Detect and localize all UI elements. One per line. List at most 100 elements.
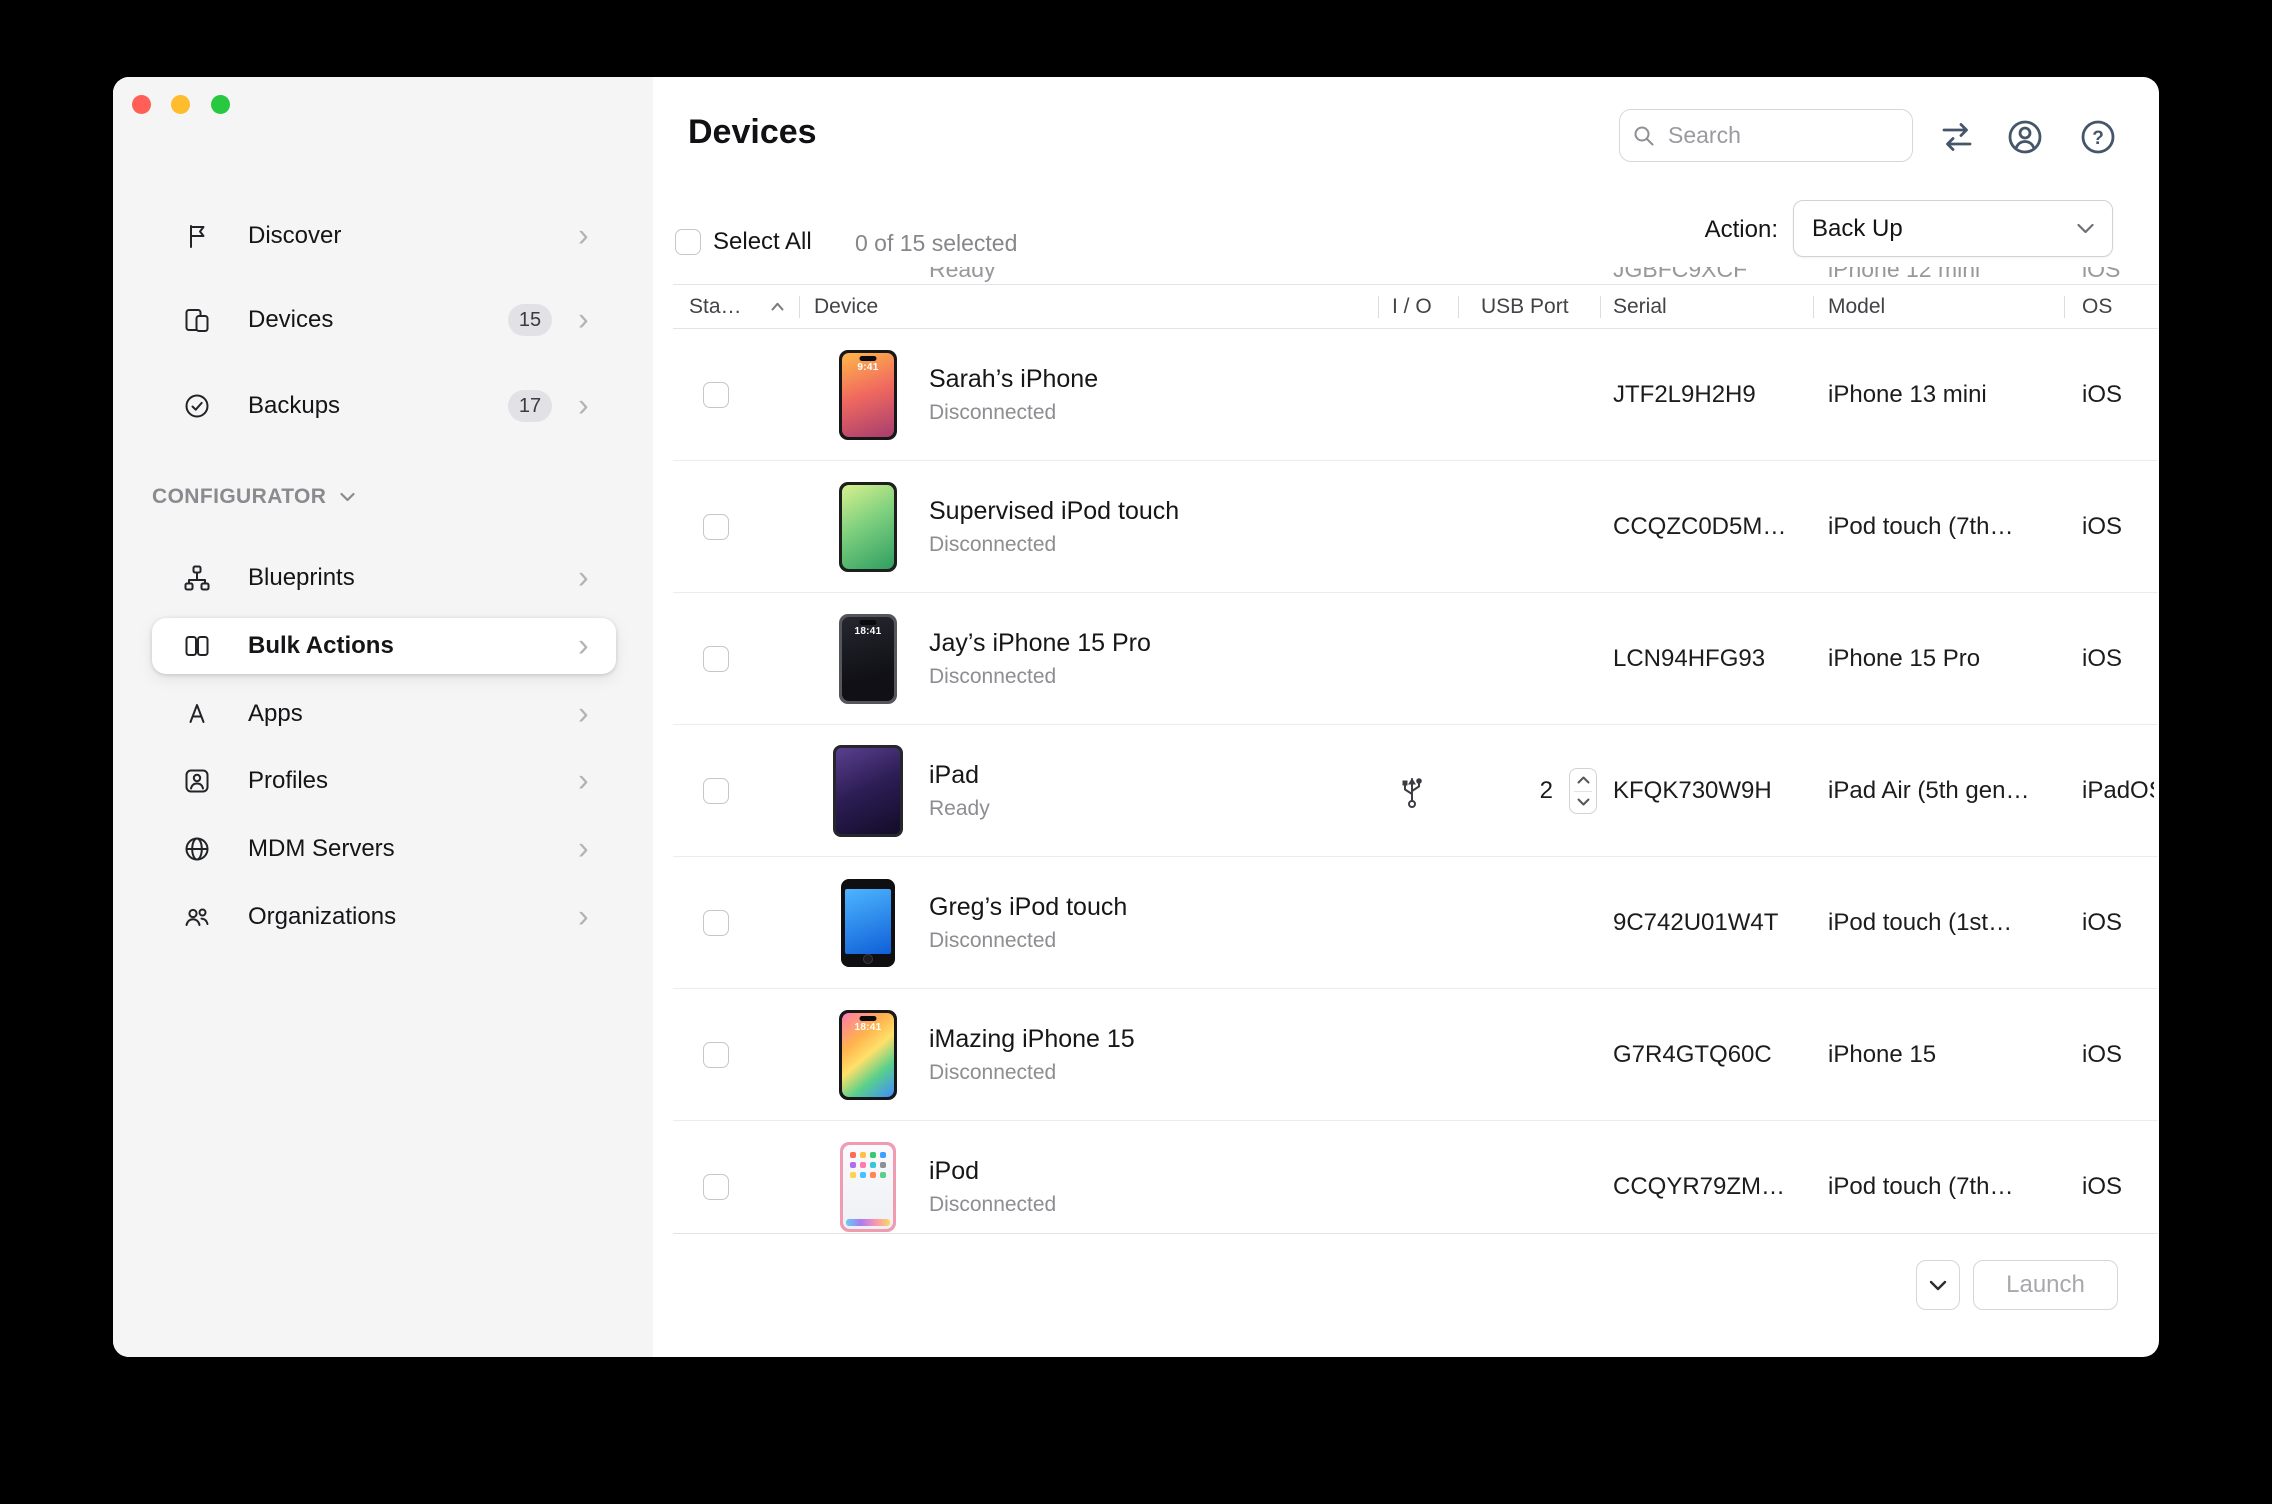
sidebar: Discover › Devices 15 › Backups 17 › CON… [113, 77, 653, 1357]
sidebar-item-label: Discover [248, 222, 341, 250]
device-serial: CCQYR79ZM… [1613, 1121, 1821, 1235]
sidebar-item-blueprints[interactable]: Blueprints › [152, 550, 616, 606]
device-serial: KFQK730W9H [1613, 725, 1821, 856]
search-input[interactable] [1666, 121, 1900, 150]
table-row[interactable]: iPad Ready 2 KFQK730W9H iPad Air (5th ge… [673, 725, 2158, 857]
device-model: iPhone 13 mini [1828, 329, 2076, 460]
header-divider [1813, 296, 1814, 318]
chevron-right-icon: › [578, 561, 589, 593]
table-row[interactable]: 18:41 Jay’s iPhone 15 Pro Disconnected L… [673, 593, 2158, 725]
help-button[interactable]: ? [2076, 115, 2120, 159]
app-window: Discover › Devices 15 › Backups 17 › CON… [113, 77, 2159, 1357]
search-icon [1632, 124, 1656, 148]
column-header-os[interactable]: OS [2082, 285, 2112, 328]
header-divider [1600, 296, 1601, 318]
row-checkbox[interactable] [703, 382, 729, 408]
row-checkbox[interactable] [703, 1174, 729, 1200]
sidebar-item-organizations[interactable]: Organizations › [152, 889, 616, 945]
bulk-actions-icon [182, 631, 212, 661]
sidebar-item-devices[interactable]: Devices 15 › [152, 292, 616, 348]
sidebar-item-profiles[interactable]: Profiles › [152, 753, 616, 809]
table-header: Sta… Device I / O USB Port Serial Model … [673, 284, 2158, 329]
device-thumbnail [828, 1142, 908, 1232]
sidebar-item-mdm-servers[interactable]: MDM Servers › [152, 821, 616, 877]
table-row[interactable]: iPod Disconnected CCQYR79ZM… iPod touch … [673, 1121, 2158, 1235]
device-os: iOS [2082, 593, 2154, 724]
stepper-divider [1574, 791, 1592, 792]
phone-notch [860, 620, 877, 625]
sidebar-item-label: Bulk Actions [248, 632, 394, 660]
column-header-serial[interactable]: Serial [1613, 285, 1667, 328]
device-model: iPhone 15 [1828, 989, 2076, 1120]
page-title: Devices [688, 113, 817, 152]
device-model: iPod touch (7th… [1828, 1121, 2076, 1235]
device-thumbnail: 18:41 [828, 1010, 908, 1100]
row-checkbox[interactable] [703, 514, 729, 540]
device-serial: CCQZC0D5M… [1613, 461, 1821, 592]
zoom-button[interactable] [211, 95, 230, 114]
column-header-io[interactable]: I / O [1392, 285, 1432, 328]
table-body: 9:41 Sarah’s iPhone Disconnected JTF2L9H… [673, 329, 2158, 1235]
sidebar-item-bulk-actions[interactable]: Bulk Actions › [152, 618, 616, 674]
row-checkbox[interactable] [703, 1042, 729, 1068]
chevron-down-icon [340, 492, 355, 502]
sidebar-item-apps[interactable]: Apps › [152, 686, 616, 742]
globe-icon [182, 834, 212, 864]
transfer-button[interactable] [1935, 115, 1979, 159]
usb-port-stepper[interactable] [1569, 768, 1597, 814]
device-status: Disconnected [929, 532, 1056, 558]
device-serial: G7R4GTQ60C [1613, 989, 1821, 1120]
usb-port-value: 2 [1493, 725, 1553, 856]
sidebar-item-discover[interactable]: Discover › [152, 208, 616, 264]
account-button[interactable] [2003, 115, 2047, 159]
stepper-up-icon [1577, 776, 1590, 784]
chevron-down-icon [2077, 223, 2094, 234]
column-header-device[interactable]: Device [814, 285, 878, 328]
apps-icon [182, 699, 212, 729]
device-os: iOS [2082, 461, 2154, 592]
phone-notch [860, 356, 877, 361]
device-os: iOS [2082, 1121, 2154, 1235]
table-row[interactable]: Supervised iPod touch Disconnected CCQZC… [673, 461, 2158, 593]
device-model: iPod touch (7th… [1828, 461, 2076, 592]
close-button[interactable] [132, 95, 151, 114]
action-label: Action: [1658, 215, 1778, 245]
device-name: Jay’s iPhone 15 Pro [929, 628, 1151, 658]
blueprints-icon [182, 563, 212, 593]
select-all-checkbox[interactable] [675, 229, 701, 255]
usb-icon [1399, 772, 1425, 815]
table-row[interactable]: Greg’s iPod touch Disconnected 9C742U01W… [673, 857, 2158, 989]
column-header-status[interactable]: Sta… [689, 285, 742, 328]
sidebar-item-backups[interactable]: Backups 17 › [152, 378, 616, 434]
launch-button[interactable]: Launch [1973, 1260, 2118, 1310]
header-divider [1378, 296, 1379, 318]
column-header-model[interactable]: Model [1828, 285, 1885, 328]
device-thumbnail [828, 879, 908, 967]
device-model: iPhone 12 mini [1828, 267, 1980, 281]
column-header-usb-port[interactable]: USB Port [1481, 285, 1569, 328]
chevron-right-icon: › [578, 389, 589, 421]
launch-options-button[interactable] [1916, 1260, 1960, 1310]
sidebar-section-configurator[interactable]: CONFIGURATOR [152, 485, 355, 509]
sidebar-item-label: Profiles [248, 767, 328, 795]
row-checkbox[interactable] [703, 646, 729, 672]
device-name: Sarah’s iPhone [929, 364, 1098, 394]
app-grid [850, 1152, 856, 1158]
dock-bar [846, 1219, 890, 1226]
svg-text:?: ? [2092, 128, 2104, 149]
device-os: iOS [2082, 267, 2120, 281]
device-serial: 9C742U01W4T [1613, 857, 1821, 988]
stepper-down-icon [1577, 798, 1590, 806]
device-name: iPod [929, 1156, 979, 1186]
action-dropdown[interactable]: Back Up [1793, 200, 2113, 257]
row-checkbox[interactable] [703, 910, 729, 936]
row-checkbox[interactable] [703, 778, 729, 804]
device-serial: JGBFC9XCF [1613, 267, 1747, 281]
device-model: iPod touch (1st… [1828, 857, 2076, 988]
minimize-button[interactable] [171, 95, 190, 114]
devices-icon [182, 305, 212, 335]
table-row[interactable]: 9:41 Sarah’s iPhone Disconnected JTF2L9H… [673, 329, 2158, 461]
sidebar-item-label: MDM Servers [248, 835, 395, 863]
table-row[interactable]: 18:41 iMazing iPhone 15 Disconnected G7R… [673, 989, 2158, 1121]
device-model: iPhone 15 Pro [1828, 593, 2076, 724]
